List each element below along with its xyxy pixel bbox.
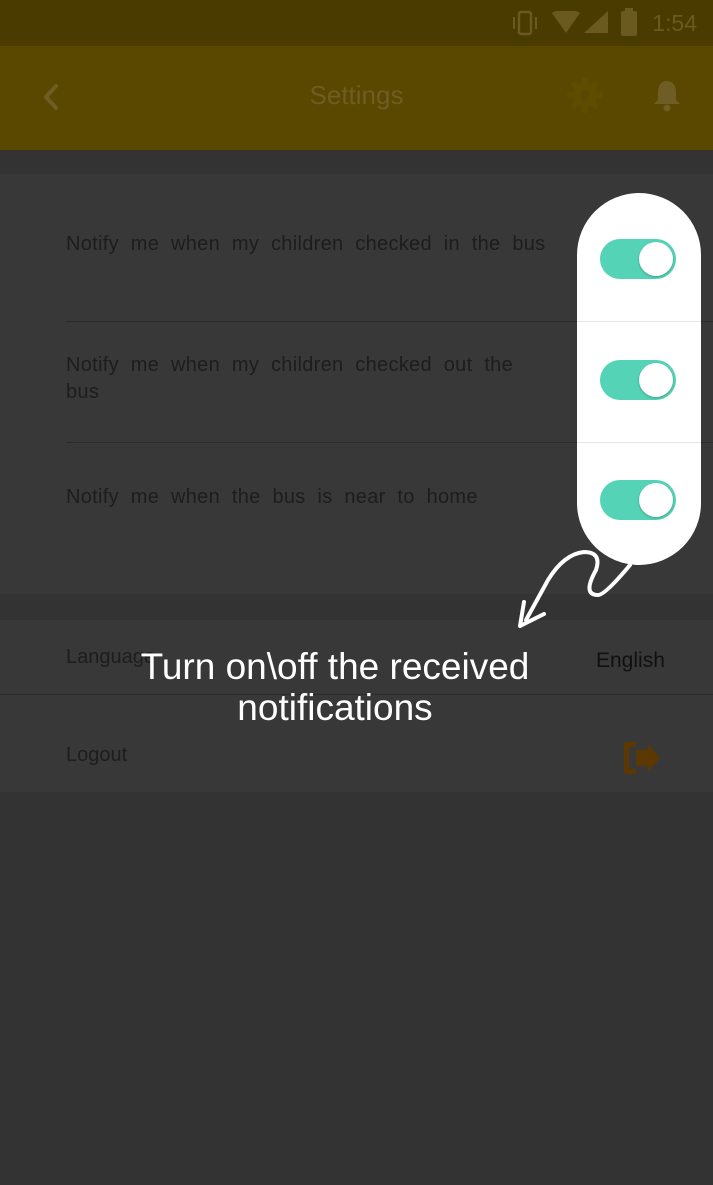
- logout-label[interactable]: Logout: [66, 744, 127, 767]
- notify-checked-out-label: Notify me when my children checked out t…: [66, 354, 514, 403]
- notify-bus-near-toggle[interactable]: [600, 480, 676, 520]
- toggle-knob: [639, 242, 673, 276]
- notify-bus-near-label: Notify me when the bus is near to home: [66, 486, 478, 508]
- status-bar: 1:54: [0, 0, 713, 46]
- toggle-knob: [639, 483, 673, 517]
- notify-checked-in-label: Notify me when my children checked in th…: [66, 233, 546, 255]
- toggle-knob: [639, 363, 673, 397]
- bell-icon[interactable]: [650, 78, 684, 112]
- hint-arrow-icon: [518, 549, 632, 628]
- language-value[interactable]: English: [596, 649, 665, 673]
- logout-icon[interactable]: [622, 740, 662, 776]
- divider: [577, 442, 701, 443]
- gear-icon[interactable]: [566, 76, 604, 114]
- signal-icon: [584, 11, 608, 33]
- status-time: 1:54: [652, 10, 697, 36]
- page-title: Settings: [309, 80, 404, 110]
- vibrate-icon: [513, 10, 537, 36]
- notify-checked-out-toggle[interactable]: [600, 360, 676, 400]
- onboarding-hint: Turn on\off the received notifications: [140, 646, 530, 728]
- battery-icon: [621, 8, 637, 36]
- notify-checked-in-toggle[interactable]: [600, 239, 676, 279]
- divider: [577, 321, 701, 322]
- wifi-icon: [552, 11, 580, 33]
